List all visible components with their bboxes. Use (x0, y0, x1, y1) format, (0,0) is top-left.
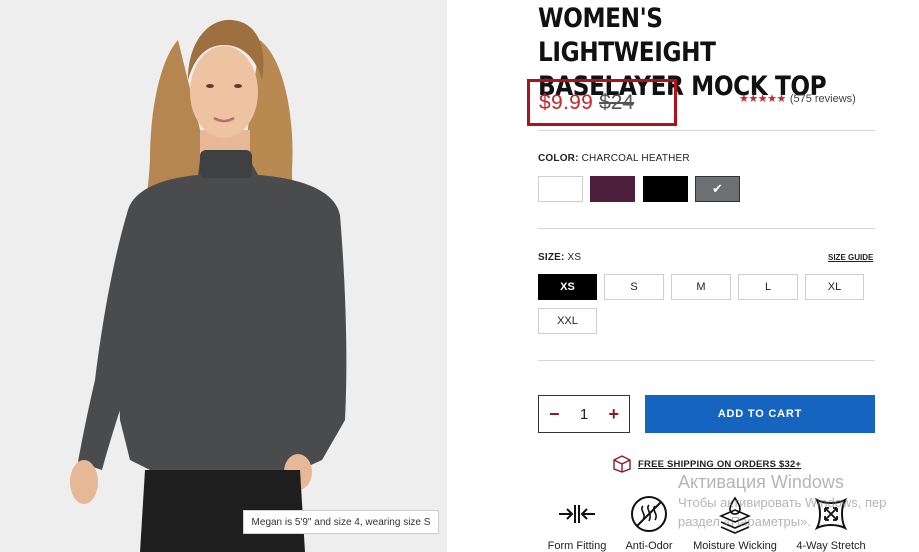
size-selected-value: XS (567, 252, 582, 263)
price-box: $9.99 $24 (527, 79, 677, 126)
quantity-decrease-button[interactable]: − (549, 405, 560, 423)
divider (538, 228, 875, 229)
color-selected-value: CHARCOAL HEATHER (581, 153, 690, 164)
size-guide-link[interactable]: SIZE GUIDE (828, 253, 873, 262)
size-label: SIZE: XS (538, 252, 581, 263)
model-photo (70, 19, 347, 552)
divider (538, 360, 875, 361)
size-option-xs[interactable]: XS (538, 274, 597, 300)
feature-label: Anti-Odor (625, 540, 673, 552)
free-shipping-text: FREE SHIPPING ON ORDERS $32+ (638, 458, 802, 470)
quantity-value[interactable]: 1 (580, 406, 588, 423)
feature-label: 4-Way Stretch (796, 540, 866, 552)
anti-odor-icon (631, 496, 667, 532)
form-fitting-icon (559, 505, 595, 523)
swatch-white[interactable] (538, 176, 583, 202)
swatch-plum[interactable] (590, 176, 635, 202)
size-option-s[interactable]: S (604, 274, 664, 300)
feature-moisture-wicking: Moisture Wicking (690, 492, 780, 552)
size-option-xxl[interactable]: XXL (538, 308, 597, 334)
swatch-black[interactable] (643, 176, 688, 202)
feature-four-way-stretch: 4-Way Stretch (786, 492, 876, 552)
color-label-prefix: COLOR: (538, 153, 579, 164)
model-size-caption: Megan is 5'9" and size 4, wearing size S (243, 510, 439, 534)
product-title-line-1: WOMEN'S LIGHTWEIGHT (538, 3, 716, 68)
size-option-m[interactable]: M (671, 274, 731, 300)
product-rating[interactable]: ★★★★★ (575 reviews) (739, 92, 856, 106)
color-label: COLOR: CHARCOAL HEATHER (538, 153, 690, 164)
free-shipping-link[interactable]: FREE SHIPPING ON ORDERS $32+ (612, 455, 801, 473)
add-to-cart-button[interactable]: ADD TO CART (645, 395, 875, 433)
divider (538, 130, 875, 131)
feature-anti-odor: Anti-Odor (604, 492, 694, 552)
reviews-count[interactable]: (575 reviews) (790, 93, 856, 105)
star-rating-icon: ★★★★★ (739, 93, 786, 105)
size-option-xl[interactable]: XL (805, 274, 864, 300)
swatch-charcoal-heather[interactable]: ✔ (695, 176, 740, 202)
shipping-box-icon (613, 455, 631, 473)
quantity-stepper: − 1 + (538, 395, 630, 433)
watermark-title: Активация Windows (678, 472, 844, 492)
product-image[interactable]: Megan is 5'9" and size 4, wearing size S (0, 0, 447, 552)
quantity-increase-button[interactable]: + (608, 405, 619, 423)
sale-price: $9.99 (539, 90, 594, 114)
feature-label: Form Fitting (547, 540, 607, 552)
original-price: $24 (599, 90, 635, 114)
size-option-l[interactable]: L (738, 274, 798, 300)
size-label-prefix: SIZE: (538, 252, 565, 263)
check-icon: ✔ (712, 181, 723, 196)
moisture-wicking-icon (718, 496, 752, 534)
feature-label: Moisture Wicking (693, 540, 777, 552)
four-way-stretch-icon (814, 497, 848, 531)
